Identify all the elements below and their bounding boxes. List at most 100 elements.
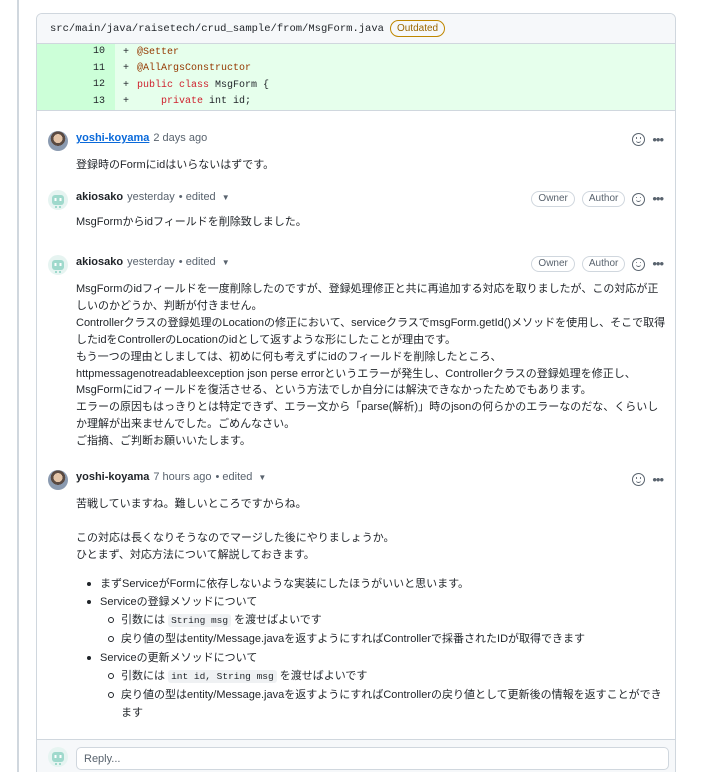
diff-hunk: 10 + @Setter 11 + @AllArgsConstructor 12…	[37, 44, 675, 111]
line-number[interactable]: 13	[37, 93, 115, 110]
edited-dropdown[interactable]: • edited	[179, 191, 216, 203]
comment-paragraph: この対応は長くなりそうなのでマージした後にやりましょうか。	[76, 531, 395, 544]
file-path-link[interactable]: src/main/java/raisetech/crud_sample/from…	[50, 23, 384, 35]
kebab-horizontal-icon[interactable]: •••	[652, 192, 664, 205]
comment-paragraph: もう一つの理由としましては、初めに何も考えずにidのフィールドを削除したところ、…	[76, 350, 636, 397]
list-item-text: 引数には	[121, 669, 169, 682]
list-item: 引数には int id, String msg を渡せばよいです	[100, 667, 666, 686]
comment-paragraph: 登録時のFormにidはいらないはずです。	[76, 159, 275, 171]
code-text: private int id;	[127, 96, 251, 107]
diff-sign: +	[123, 96, 130, 108]
code-text: public class MsgForm {	[127, 80, 269, 91]
smiley-icon[interactable]	[632, 192, 646, 206]
comment-actions: •••	[632, 473, 664, 486]
comment-body: 苦戦していますね。難しいところですからね。 この対応は長くなりそうなのでマージし…	[76, 496, 666, 722]
comment-body: 登録時のFormにidはいらないはずです。	[76, 157, 666, 174]
list-item: 引数には String msg を渡せばよいです	[100, 611, 666, 630]
comment-paragraph: 苦戦していますね。難しいところですからね。	[76, 498, 307, 510]
reply-bar	[37, 739, 675, 772]
smiley-icon[interactable]	[632, 257, 646, 271]
list-item-text: を渡せばよいです	[231, 614, 322, 627]
smiley-icon[interactable]	[632, 133, 646, 146]
list-item-text: Serviceの更新メソッドについて	[100, 651, 258, 664]
comment-timestamp[interactable]: 2 days ago	[153, 132, 207, 144]
author-link[interactable]: akiosako	[76, 256, 123, 268]
code-text: @AllArgsConstructor	[137, 63, 252, 75]
comment-paragraph: エラーの原因もはっきりとは特定できず、エラー文から「parse(解析)」時のjs…	[76, 401, 659, 431]
list-item: まずServiceがFormに依存しないような実装にしたほうがいいと思います。	[76, 575, 666, 593]
avatar-robot-icon	[52, 195, 64, 208]
avatar-robot-icon	[52, 752, 64, 765]
avatar-robot-icon	[52, 260, 64, 273]
outdated-badge: Outdated	[389, 20, 446, 37]
comment-timestamp[interactable]: 7 hours ago	[153, 471, 211, 483]
comment-header: yoshi-koyama 7 hours ago • edited ▼	[76, 471, 266, 483]
triangle-down-icon[interactable]: ▼	[222, 258, 230, 267]
list-item: Serviceの更新メソッドについて 引数には int id, String m…	[76, 649, 666, 723]
kebab-horizontal-icon[interactable]: •••	[652, 257, 664, 270]
list-item: Serviceの登録メソッドについて 引数には String msg を渡せばよ…	[76, 593, 666, 649]
inline-code: String msg	[168, 614, 232, 628]
author-link[interactable]: yoshi-koyama	[76, 132, 149, 144]
comment-timestamp[interactable]: yesterday	[127, 256, 175, 268]
comment-timestamp[interactable]: yesterday	[127, 191, 175, 203]
edited-dropdown[interactable]: • edited	[179, 256, 216, 268]
line-number[interactable]: 12	[37, 77, 115, 94]
code-keyword: private	[161, 96, 204, 108]
comment-list: まずServiceがFormに依存しないような実装にしたほうがいいと思います。 …	[76, 575, 666, 723]
author-badge: Author	[581, 256, 626, 272]
author-link[interactable]: akiosako	[76, 191, 123, 203]
author-badge: Author	[581, 191, 626, 207]
avatar[interactable]	[48, 131, 68, 151]
code-keyword: public class	[137, 79, 210, 91]
avatar[interactable]	[48, 255, 68, 275]
diff-line: 12 + public class MsgForm {	[37, 77, 675, 94]
comment-paragraph: MsgFormからidフィールドを削除致しました。	[76, 216, 307, 228]
comment-actions: Owner Author •••	[531, 256, 664, 272]
smiley-icon[interactable]	[632, 473, 646, 486]
nested-list: 引数には String msg を渡せばよいです 戻り値の型はentity/Me…	[100, 611, 666, 648]
nested-list: 引数には int id, String msg を渡せばよいです 戻り値の型はe…	[100, 667, 666, 723]
code-rest: MsgForm {	[209, 79, 270, 91]
diff-sign: +	[123, 46, 130, 58]
diff-line: 10 + @Setter	[37, 44, 675, 61]
line-number[interactable]: 11	[37, 60, 115, 77]
list-item-text: 引数には	[121, 614, 169, 627]
line-number[interactable]: 10	[37, 44, 115, 61]
triangle-down-icon[interactable]: ▼	[222, 193, 230, 202]
reply-input[interactable]	[76, 747, 669, 770]
comment-paragraph: MsgFormのidフィールドを一度削除したのですが、登録処理修正と共に再追加す…	[76, 283, 659, 312]
owner-badge: Owner	[531, 191, 575, 207]
avatar	[48, 747, 68, 767]
diff-line: 11 + @AllArgsConstructor	[37, 60, 675, 77]
comment-paragraph: ご指摘、ご判断お願いいたします。	[76, 435, 251, 448]
triangle-down-icon[interactable]: ▼	[258, 473, 266, 482]
list-item-text: 戻り値の型はentity/Message.javaを返すようにすればContro…	[121, 688, 662, 720]
list-item: 戻り値の型はentity/Message.javaを返すようにすればContro…	[100, 686, 666, 722]
avatar[interactable]	[48, 190, 68, 210]
comment-paragraph: Controllerクラスの登録処理のLocationの修正において、servi…	[76, 316, 666, 346]
diff-sign: +	[123, 79, 130, 91]
kebab-horizontal-icon[interactable]: •••	[652, 133, 664, 146]
author-link[interactable]: yoshi-koyama	[76, 471, 149, 483]
list-item-text: Serviceの登録メソッドについて	[100, 595, 258, 608]
comment-body: MsgFormからidフィールドを削除致しました。	[76, 214, 666, 231]
inline-code: int id, String msg	[168, 669, 277, 683]
avatar[interactable]	[48, 470, 68, 490]
code-rest: int id;	[203, 96, 252, 108]
comment-paragraph: ひとまず、対応方法について解説しておきます。	[76, 548, 315, 561]
comment-header: akiosako yesterday • edited ▼	[76, 256, 230, 268]
comment-actions: •••	[632, 133, 664, 146]
diff-sign: +	[123, 63, 130, 75]
comment-body: MsgFormのidフィールドを一度削除したのですが、登録処理修正と共に再追加す…	[76, 281, 666, 450]
kebab-horizontal-icon[interactable]: •••	[652, 473, 664, 486]
comment-actions: Owner Author •••	[531, 191, 664, 207]
diff-line: 13 + private int id;	[37, 93, 675, 110]
code-text: @Setter	[137, 46, 180, 58]
timeline-line	[17, 0, 19, 772]
comment-header: akiosako yesterday • edited ▼	[76, 191, 230, 203]
edited-dropdown[interactable]: • edited	[215, 471, 252, 483]
owner-badge: Owner	[531, 256, 575, 272]
comment-header: yoshi-koyama 2 days ago	[76, 132, 207, 144]
